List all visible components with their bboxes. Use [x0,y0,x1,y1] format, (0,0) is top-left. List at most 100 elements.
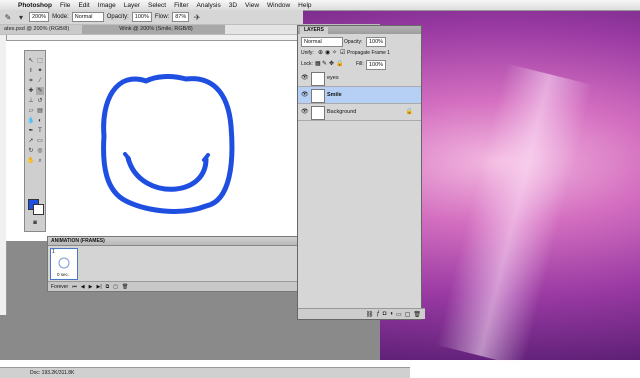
opacity-field[interactable]: 100% [131,12,152,22]
path-select-icon[interactable]: ➚ [27,137,35,145]
group-icon[interactable]: ▭ [396,311,402,318]
menu-3d[interactable]: 3D [225,2,241,9]
tab-wink[interactable]: Wink @ 200% (Smile, RGB/8) [82,25,230,34]
menu-view[interactable]: View [241,2,263,9]
flow-label: Flow: [154,14,170,20]
tween-icon[interactable]: ⧉ [106,284,110,290]
flow-field[interactable]: 87% [172,12,190,22]
fx-icon[interactable]: ƒ [376,311,379,317]
new-frame-icon[interactable]: ▢ [113,284,118,290]
trash-icon[interactable]: 🗑 [413,311,421,318]
adjustment-icon[interactable]: ◑ [389,311,393,317]
prev-frame-icon[interactable]: ◀ [81,284,85,290]
mode-select[interactable]: Normal [71,12,104,22]
animation-frame-1[interactable]: 1 0 sec. [50,248,78,280]
layers-panel-footer: ⛓ ƒ ◘ ◑ ▭ ▢ 🗑 [298,308,425,319]
layer-thumbnail [311,89,325,103]
type-tool-icon[interactable]: T [36,127,44,135]
layer-opacity-field[interactable]: 100% [366,37,387,47]
lock-pixels-icon[interactable]: ✎ [322,60,327,67]
lock-all-icon[interactable]: 🔒 [336,60,343,67]
lock-icon: 🔒 [405,109,413,115]
shape-tool-icon[interactable]: ▭ [36,137,44,145]
background-color-swatch[interactable] [33,204,44,215]
history-brush-icon[interactable]: ↺ [36,97,44,105]
layer-name: Background [327,109,357,115]
eye-icon[interactable]: 👁 [301,108,309,115]
menu-image[interactable]: Image [94,2,120,9]
eyedropper-tool-icon[interactable]: ⁄ [36,77,44,85]
menu-help[interactable]: Help [294,2,315,9]
eraser-tool-icon[interactable]: ▱ [27,107,35,115]
unify-style-icon[interactable]: ✧ [332,49,337,56]
unify-position-icon[interactable]: ⊕ [318,49,323,56]
menu-window[interactable]: Window [263,2,294,9]
layer-row-smile[interactable]: 👁 Smile [298,87,421,104]
layers-tab[interactable]: LAYERS [300,27,328,34]
eye-icon[interactable]: 👁 [301,74,309,81]
healing-tool-icon[interactable]: ✚ [27,87,35,95]
propagate-label: Propagate Frame 1 [347,50,391,56]
blend-mode-select[interactable]: Normal [301,37,343,47]
fill-field[interactable]: 100% [366,60,387,70]
eye-icon[interactable]: 👁 [301,91,309,98]
play-icon[interactable]: ▶ [89,284,93,290]
tool-options-bar: ✎ ▾ 200% Mode: Normal Opacity: 100% Flow… [0,10,303,25]
first-frame-icon[interactable]: ⏮ [72,284,77,290]
lock-position-icon[interactable]: ✥ [329,60,334,67]
layer-row-eyes[interactable]: 👁 eyes [298,70,421,87]
layer-thumbnail [311,72,325,86]
frame-thumbnail [58,257,70,269]
unify-label: Unify: [301,50,314,56]
marquee-tool-icon[interactable]: ⬚ [36,57,44,65]
lasso-tool-icon[interactable]: ℓ [27,67,35,75]
tab-templates[interactable]: ates.psd @ 200% (RGB/8) [0,25,88,34]
status-bar: Doc: 193.2K/311.8K [0,367,410,378]
pen-tool-icon[interactable]: ✒ [27,127,35,135]
menu-filter[interactable]: Filter [170,2,192,9]
next-frame-icon[interactable]: ▶| [96,284,101,290]
move-tool-icon[interactable]: ↖ [27,57,35,65]
layer-name: eyes [327,75,339,81]
delete-frame-icon[interactable]: 🗑 [122,284,128,290]
stamp-tool-icon[interactable]: ⊥ [27,97,35,105]
brush-preset-icon[interactable]: ▾ [16,12,26,22]
new-layer-icon[interactable]: ▢ [405,311,411,318]
brush-tool-icon[interactable]: ✎ [36,87,44,95]
mask-icon[interactable]: ◘ [383,311,387,317]
layer-opacity-label: Opacity: [344,39,363,45]
zoom-tool-icon[interactable]: ⌕ [36,157,44,165]
tools-panel: ↖ ⬚ ℓ ✦ ⌗ ⁄ ✚ ✎ ⊥ ↺ ▱ ▤ 💧 ◐ ✒ T ➚ ▭ ↻ ◎ … [24,50,46,232]
menu-select[interactable]: Select [144,2,170,9]
3d-orbit-icon[interactable]: ◎ [36,147,44,155]
frame-delay[interactable]: 0 sec. [57,272,69,277]
layers-panel: LAYERS Normal Opacity: 100% Unify: ⊕ ◉ ✧… [297,25,425,320]
brush-tool-icon[interactable]: ✎ [3,12,13,22]
blur-tool-icon[interactable]: 💧 [27,117,35,125]
opacity-label: Opacity: [106,14,129,20]
menu-edit[interactable]: Edit [74,2,93,9]
mode-label: Mode: [52,14,69,20]
link-layers-icon[interactable]: ⛓ [366,311,374,318]
airbrush-icon[interactable]: ✈ [192,12,202,22]
unify-visibility-icon[interactable]: ◉ [325,49,330,56]
lock-transparent-icon[interactable]: ▦ [315,60,321,67]
dodge-tool-icon[interactable]: ◐ [36,117,44,125]
menu-app[interactable]: Photoshop [14,2,56,9]
quick-mask-icon[interactable]: ◙ [31,219,39,227]
3d-rotate-icon[interactable]: ↻ [27,147,35,155]
gradient-tool-icon[interactable]: ▤ [36,107,44,115]
hand-tool-icon[interactable]: ✋ [27,157,35,165]
zoom-field[interactable]: 200% [29,12,50,22]
blend-mode-value[interactable]: Normal [301,37,343,47]
wand-tool-icon[interactable]: ✦ [36,67,44,75]
menu-layer[interactable]: Layer [120,2,144,9]
layer-thumbnail [311,106,325,120]
layer-row-background[interactable]: 👁 Background 🔒 [298,104,421,121]
propagate-checkbox[interactable]: ☑ [340,49,345,56]
crop-tool-icon[interactable]: ⌗ [27,77,35,85]
layer-name: Smile [327,92,342,98]
loop-select[interactable]: Forever [51,284,68,290]
menu-analysis[interactable]: Analysis [193,2,225,9]
menu-file[interactable]: File [56,2,74,9]
